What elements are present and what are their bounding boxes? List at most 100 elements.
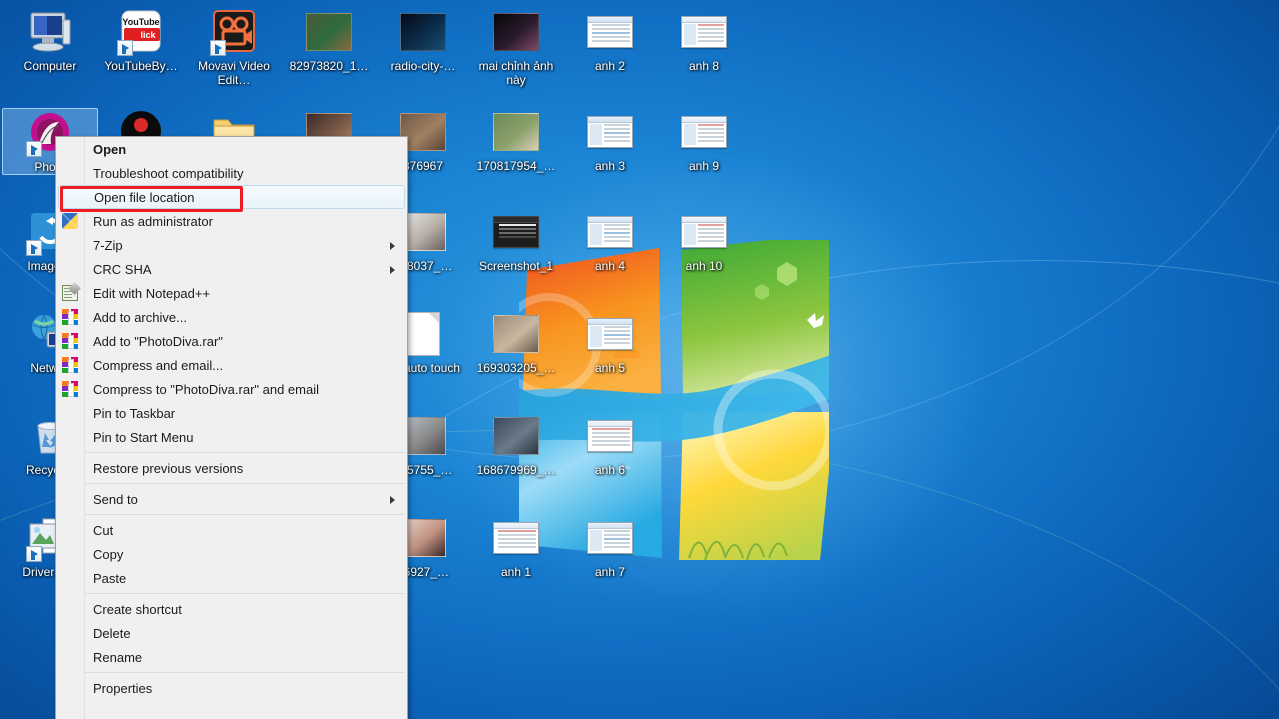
- desktop-icon[interactable]: anh 8: [656, 8, 752, 73]
- winshot2-icon: [680, 208, 728, 256]
- menu-item[interactable]: Compress and email...: [56, 353, 407, 377]
- desktop-icon-label: anh 4: [594, 259, 626, 273]
- desktop-icon-label: anh 9: [688, 159, 720, 173]
- menu-item-label: 7-Zip: [93, 237, 123, 253]
- desktop-icon[interactable]: anh 3: [562, 108, 658, 173]
- menu-item[interactable]: Edit with Notepad++: [56, 281, 407, 305]
- shortcut-arrow-icon: [26, 546, 42, 562]
- photo11-icon: [492, 412, 540, 460]
- photo1-icon: [305, 8, 353, 56]
- menu-separator: [85, 593, 405, 594]
- menu-item-label: Compress to "PhotoDiva.rar" and email: [93, 381, 319, 397]
- menu-item[interactable]: Restore previous versions: [56, 456, 407, 480]
- menu-separator: [85, 483, 405, 484]
- menu-separator: [85, 672, 405, 673]
- darkshot-icon: [492, 208, 540, 256]
- desktop-icon[interactable]: anh 7: [562, 514, 658, 579]
- menu-item[interactable]: Paste: [56, 566, 407, 590]
- desktop-icon[interactable]: anh 2: [562, 8, 658, 73]
- menu-separator: [85, 452, 405, 453]
- menu-item[interactable]: Add to archive...: [56, 305, 407, 329]
- desktop-icon[interactable]: 169303205_…: [468, 310, 564, 375]
- youtube-icon: YouTube lick: [117, 8, 165, 56]
- desktop-icon[interactable]: mai chỉnh ảnh này: [468, 8, 564, 87]
- rar-icon: [62, 309, 78, 325]
- desktop-icon[interactable]: 168679969_…: [468, 412, 564, 477]
- menu-item[interactable]: CRC SHA: [56, 257, 407, 281]
- desktop-icon[interactable]: Movavi Video Edit…: [186, 8, 282, 87]
- desktop-icon[interactable]: anh 10: [656, 208, 752, 273]
- menu-item[interactable]: 7-Zip: [56, 233, 407, 257]
- menu-item-label: Create shortcut: [93, 601, 182, 617]
- menu-item[interactable]: Compress to "PhotoDiva.rar" and email: [56, 377, 407, 401]
- menu-item[interactable]: Open file location: [58, 185, 405, 209]
- winshot2-icon: [680, 8, 728, 56]
- desktop-icon-label: 170817954_…: [476, 159, 556, 173]
- shortcut-arrow-icon: [210, 40, 226, 56]
- shortcut-arrow-icon: [26, 141, 42, 157]
- menu-item-label: Restore previous versions: [93, 460, 244, 476]
- desktop-icon[interactable]: radio-city-…: [375, 8, 471, 73]
- menu-item-label: Compress and email...: [93, 357, 224, 373]
- desktop-icon[interactable]: Computer: [2, 8, 98, 73]
- desktop-icon[interactable]: anh 4: [562, 208, 658, 273]
- desktop-icon[interactable]: Screenshot_1: [468, 208, 564, 273]
- winshot4-icon: [492, 514, 540, 562]
- desktop-icon-label: Computer: [23, 59, 77, 73]
- menu-item-label: Pin to Start Menu: [93, 429, 194, 445]
- shortcut-arrow-icon: [26, 240, 42, 256]
- menu-item-label: CRC SHA: [93, 261, 152, 277]
- shortcut-arrow-icon: [117, 40, 133, 56]
- desktop-icon-label: anh 1: [500, 565, 532, 579]
- menu-item[interactable]: Run as administrator: [56, 209, 407, 233]
- menu-item[interactable]: Add to "PhotoDiva.rar": [56, 329, 407, 353]
- desktop-icon-label: YouTubeBy…: [104, 59, 178, 73]
- desktop-icon-label: anh 2: [594, 59, 626, 73]
- desktop-icon[interactable]: anh 9: [656, 108, 752, 173]
- shield-icon: [62, 213, 78, 229]
- desktop-icon[interactable]: anh 6: [562, 412, 658, 477]
- desktop-icon-label: radio-city-…: [390, 59, 456, 73]
- submenu-arrow-icon: [390, 266, 395, 274]
- desktop-icon[interactable]: 82973820_1…: [281, 8, 377, 73]
- svg-text:YouTube: YouTube: [122, 17, 159, 27]
- menu-item[interactable]: Pin to Start Menu: [56, 425, 407, 449]
- menu-item[interactable]: Cut: [56, 518, 407, 542]
- menu-item-label: Open file location: [94, 189, 195, 205]
- menu-item[interactable]: Pin to Taskbar: [56, 401, 407, 425]
- desktop-icon[interactable]: YouTube lick YouTubeBy…: [93, 8, 189, 73]
- winshot3-icon: [586, 208, 634, 256]
- desktop-icon-label: 169303205_…: [476, 361, 556, 375]
- context-menu[interactable]: Open Troubleshoot compatibility Open file …: [55, 136, 408, 719]
- menu-item[interactable]: Create shortcut: [56, 597, 407, 621]
- winshot3-icon: [586, 514, 634, 562]
- desktop-icon-label: anh 5: [594, 361, 626, 375]
- desktop-icon-label: anh 3: [594, 159, 626, 173]
- computer-icon: [26, 8, 74, 56]
- menu-item-label: Paste: [93, 570, 127, 586]
- menu-item[interactable]: Troubleshoot compatibility: [56, 161, 407, 185]
- desktop-icon[interactable]: 170817954_…: [468, 108, 564, 173]
- desktop-icon-label: anh 6: [594, 463, 626, 477]
- photo2-icon: [399, 8, 447, 56]
- context-menu-items: Open Troubleshoot compatibility Open file …: [56, 137, 407, 700]
- desktop-icon[interactable]: anh 5: [562, 310, 658, 375]
- menu-item[interactable]: Open: [56, 137, 407, 161]
- menu-item[interactable]: Copy: [56, 542, 407, 566]
- menu-separator: [85, 514, 405, 515]
- desktop-icon-label: Movavi Video Edit…: [198, 59, 270, 87]
- desktop-icon[interactable]: anh 1: [468, 514, 564, 579]
- desktop-icon-label: anh 8: [688, 59, 720, 73]
- menu-item[interactable]: Rename: [56, 645, 407, 669]
- svg-text:lick: lick: [140, 30, 156, 40]
- npp-icon: [62, 285, 78, 301]
- winshot-icon: [586, 8, 634, 56]
- desktop-icon-label: Screenshot_1: [478, 259, 554, 273]
- menu-item-label: Troubleshoot compatibility: [93, 165, 244, 181]
- winshot3-icon: [586, 108, 634, 156]
- menu-item[interactable]: Properties: [56, 676, 407, 700]
- menu-item[interactable]: Delete: [56, 621, 407, 645]
- winshot4-icon: [586, 412, 634, 460]
- menu-item[interactable]: Send to: [56, 487, 407, 511]
- menu-item-label: Send to: [93, 491, 138, 507]
